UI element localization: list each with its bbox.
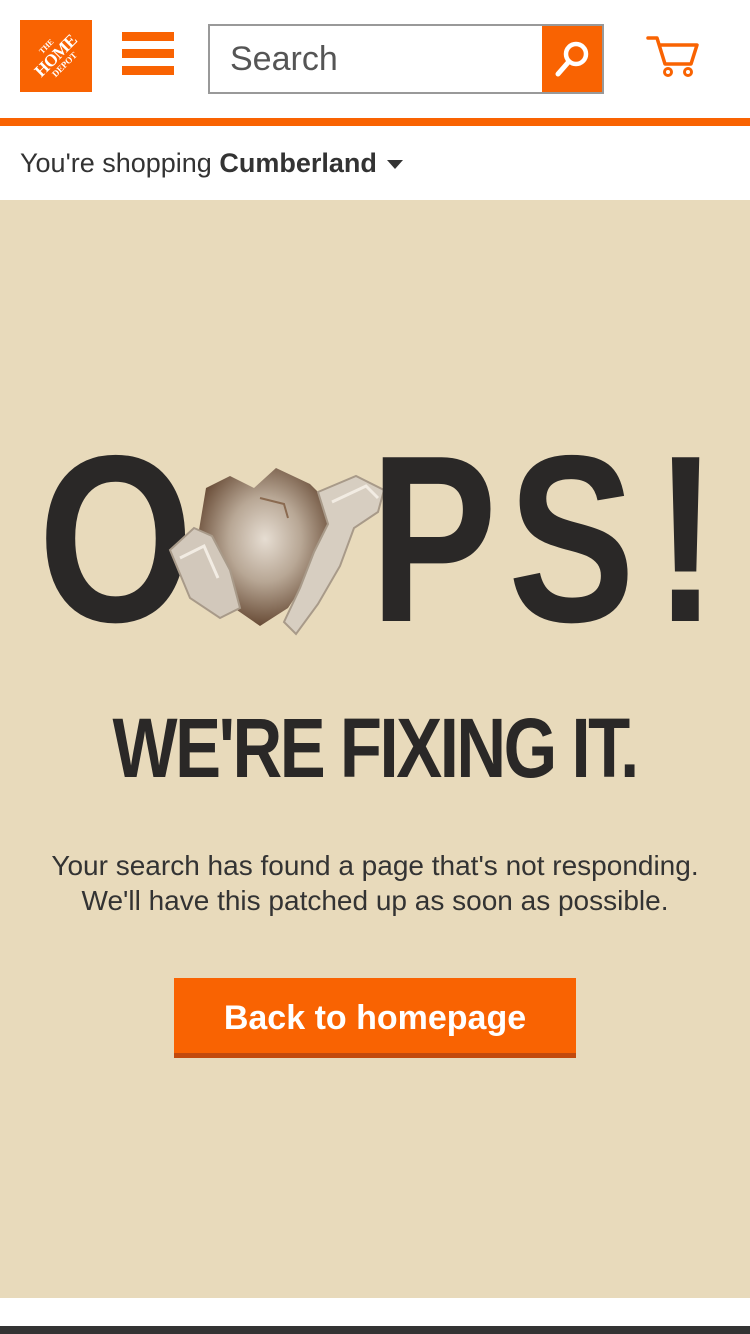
oops-letter-p: P xyxy=(370,407,497,672)
error-headline-text: WE'RE FIXING IT. xyxy=(112,701,640,795)
footer-spacer xyxy=(0,1298,750,1326)
cart-icon[interactable] xyxy=(646,34,700,78)
store-prefix: You're shopping xyxy=(20,147,212,178)
chevron-down-icon[interactable] xyxy=(386,159,403,169)
error-headline: WE'RE FIXING IT. xyxy=(0,706,750,790)
oops-letter-exclamation: ! xyxy=(654,407,718,672)
home-depot-logo[interactable]: THE HOME DEPOT xyxy=(20,20,92,92)
back-to-homepage-button[interactable]: Back to homepage xyxy=(174,978,576,1058)
hamburger-menu-icon[interactable] xyxy=(122,32,174,80)
error-message-line-2: We'll have this patched up as soon as po… xyxy=(81,885,669,916)
header: THE HOME DEPOT xyxy=(0,0,750,118)
oops-heading: O P S ! xyxy=(0,407,750,672)
header-divider xyxy=(0,118,750,126)
error-message: Your search has found a page that's not … xyxy=(0,848,750,918)
footer-bar xyxy=(0,1326,750,1334)
search-button[interactable] xyxy=(542,26,602,92)
error-message-line-1: Your search has found a page that's not … xyxy=(51,850,699,881)
search-input[interactable] xyxy=(210,26,544,92)
oops-letter-s: S xyxy=(508,407,635,672)
search-bar xyxy=(208,24,604,94)
drywall-hole-icon xyxy=(168,468,386,636)
search-icon xyxy=(555,41,589,77)
store-selector: You're shopping Cumberland xyxy=(0,126,750,200)
store-name-link[interactable]: Cumberland xyxy=(219,148,377,178)
